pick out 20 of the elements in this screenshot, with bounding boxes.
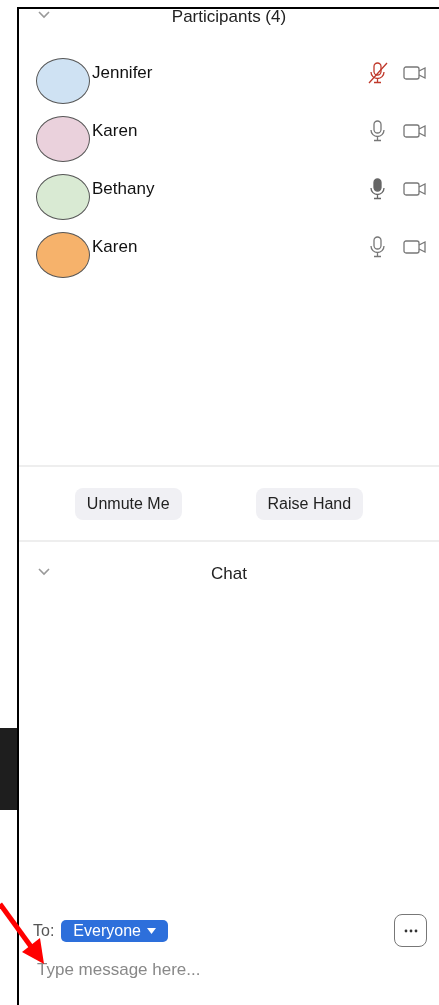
caret-icon: [146, 927, 156, 934]
video-camera-icon[interactable]: [403, 239, 427, 255]
action-button[interactable]: Unmute Me: [74, 487, 182, 520]
video-camera-icon[interactable]: [403, 181, 427, 197]
action-button[interactable]: Raise Hand: [255, 487, 364, 520]
video-camera-icon[interactable]: [403, 65, 427, 81]
participant-name: Karen: [92, 237, 139, 257]
recipient-dropdown[interactable]: Everyone: [61, 919, 168, 942]
participant-name: Karen: [92, 121, 139, 141]
video-camera-icon[interactable]: [403, 123, 427, 139]
muted-microphone-icon[interactable]: [367, 61, 389, 85]
ellipsis-icon: [403, 928, 418, 933]
panel-title: Chat: [211, 564, 247, 584]
chevron-icon[interactable]: [38, 568, 50, 576]
participant-name: Jennifer: [92, 63, 154, 83]
to-label: To:: [33, 921, 55, 940]
chevron-icon[interactable]: [38, 11, 50, 19]
panel-title: Participants (4): [171, 7, 287, 27]
participant-name: Bethany: [92, 179, 156, 199]
more-button[interactable]: [394, 914, 427, 947]
